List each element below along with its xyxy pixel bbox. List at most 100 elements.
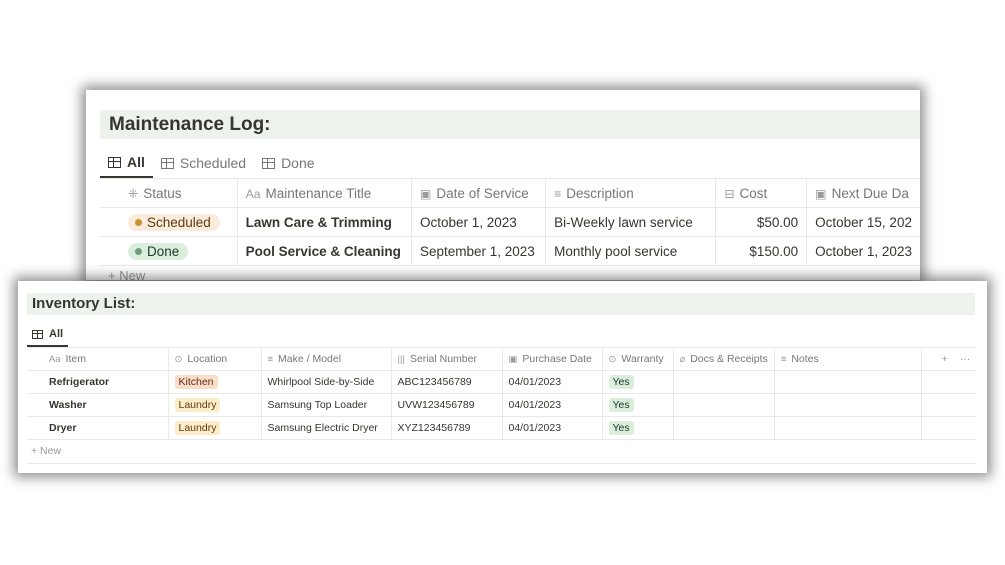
docs-cell[interactable]: [673, 370, 775, 394]
status-dot-icon: [135, 218, 142, 226]
purchase-date-cell[interactable]: 04/01/2023: [502, 370, 603, 394]
status-badge: Scheduled: [128, 213, 220, 231]
table-row[interactable]: Washer Laundry Samsung Top Loader UVW123…: [27, 393, 977, 417]
column-header-location[interactable]: ⊙ Location: [168, 347, 262, 371]
item-cell[interactable]: Washer: [27, 393, 169, 417]
tab-scheduled[interactable]: Scheduled: [153, 148, 254, 178]
column-header-description[interactable]: ≡ Description: [545, 178, 717, 208]
money-icon: ⊟: [724, 186, 735, 201]
docs-cell[interactable]: [673, 416, 775, 440]
tab-label: Done: [281, 155, 315, 171]
column-label: Description: [566, 185, 634, 201]
column-label: Purchase Date: [522, 353, 592, 365]
column-header-docs-receipts[interactable]: ⌀ Docs & Receipts: [673, 347, 775, 371]
empty-cell: [921, 416, 977, 440]
cost-cell[interactable]: $150.00: [715, 236, 808, 266]
column-header-status[interactable]: ⁜ Status: [100, 178, 238, 208]
next-due-cell[interactable]: October 15, 202: [806, 207, 920, 237]
empty-cell: [921, 370, 977, 394]
lines-icon: ≡: [554, 186, 562, 201]
new-row-button[interactable]: + New: [31, 445, 61, 457]
purchase-date-cell[interactable]: 04/01/2023: [502, 393, 603, 417]
table-icon: [160, 157, 174, 169]
lines-icon: ≡: [267, 354, 274, 365]
tab-label: All: [49, 328, 64, 340]
docs-cell[interactable]: [673, 393, 775, 417]
column-label: Make / Model: [278, 353, 342, 365]
warranty-cell[interactable]: Yes: [602, 416, 674, 440]
text-property-icon: Aa: [245, 186, 261, 201]
serial-cell[interactable]: UVW123456789: [391, 393, 503, 417]
calendar-icon: ▣: [419, 186, 432, 201]
column-header-next-due-date[interactable]: ▣ Next Due Da: [806, 178, 920, 208]
notes-cell[interactable]: [774, 416, 922, 440]
location-cell[interactable]: Kitchen: [168, 370, 262, 394]
next-due-cell[interactable]: October 1, 2023: [806, 236, 920, 266]
select-icon: ⊙: [608, 354, 617, 365]
date-cell[interactable]: September 1, 2023: [411, 236, 547, 266]
tab-all[interactable]: All: [27, 323, 69, 347]
tab-label: Scheduled: [179, 155, 247, 171]
tab-all[interactable]: All: [100, 148, 153, 178]
title-cell[interactable]: Lawn Care & Trimming: [237, 207, 412, 237]
table-row[interactable]: Dryer Laundry Samsung Electric Dryer XYZ…: [27, 416, 977, 440]
location-tag: Laundry: [174, 421, 221, 435]
column-label: Warranty: [621, 353, 664, 365]
table-row[interactable]: Scheduled Lawn Care & Trimming October 1…: [100, 207, 920, 237]
maintenance-log-title: Maintenance Log:: [100, 110, 920, 139]
model-cell[interactable]: Whirlpool Side-by-Side: [261, 370, 392, 394]
column-header-date-of-service[interactable]: ▣ Date of Service: [411, 178, 547, 208]
table-icon: [32, 329, 43, 339]
inventory-list-title: Inventory List:: [27, 293, 975, 315]
column-label: Docs & Receipts: [690, 353, 768, 365]
notes-cell[interactable]: [774, 370, 922, 394]
status-icon: ⁜: [128, 186, 139, 201]
table-row[interactable]: Done Pool Service & Cleaning September 1…: [100, 236, 920, 266]
status-badge: Done: [128, 242, 189, 260]
item-cell[interactable]: Refrigerator: [27, 370, 169, 394]
location-tag: Laundry: [174, 398, 221, 412]
divider: [27, 463, 975, 464]
column-header-maintenance-title[interactable]: Aa Maintenance Title: [237, 178, 412, 208]
paperclip-icon: ⌀: [679, 354, 686, 365]
table-row[interactable]: Refrigerator Kitchen Whirlpool Side-by-S…: [27, 370, 977, 394]
model-cell[interactable]: Samsung Top Loader: [261, 393, 392, 417]
add-column-icon[interactable]: +: [942, 353, 948, 365]
serial-cell[interactable]: XYZ123456789: [391, 416, 503, 440]
status-cell[interactable]: Scheduled: [100, 207, 238, 237]
column-header-cost[interactable]: ⊟ Cost: [715, 178, 808, 208]
location-cell[interactable]: Laundry: [168, 393, 262, 417]
column-header-serial-number[interactable]: ||| Serial Number: [391, 347, 503, 371]
empty-cell: [921, 393, 977, 417]
location-cell[interactable]: Laundry: [168, 416, 262, 440]
maintenance-log-panel: Maintenance Log: All Scheduled Done ⁜ Sta…: [86, 90, 920, 280]
warranty-tag: Yes: [608, 375, 634, 389]
date-cell[interactable]: October 1, 2023: [411, 207, 547, 237]
warranty-cell[interactable]: Yes: [602, 393, 674, 417]
more-options-icon[interactable]: ···: [960, 353, 971, 365]
serial-cell[interactable]: ABC123456789: [391, 370, 503, 394]
status-cell[interactable]: Done: [100, 236, 238, 266]
table-header-row: ⁜ Status Aa Maintenance Title ▣ Date of Ser…: [100, 178, 920, 208]
description-cell[interactable]: Bi-Weekly lawn service: [545, 207, 717, 237]
select-icon: ⊙: [174, 354, 183, 365]
column-header-warranty[interactable]: ⊙ Warranty: [602, 347, 674, 371]
tab-label: All: [127, 154, 145, 170]
cost-cell[interactable]: $50.00: [715, 207, 808, 237]
column-header-purchase-date[interactable]: ▣ Purchase Date: [502, 347, 603, 371]
calendar-icon: ▣: [815, 186, 827, 201]
column-header-item[interactable]: Aa Item: [27, 347, 169, 371]
tab-done[interactable]: Done: [254, 148, 322, 178]
column-header-notes[interactable]: ≡ Notes: [774, 347, 922, 371]
inventory-table: Aa Item ⊙ Location ≡ Make / Model ||| Serial…: [27, 347, 977, 440]
status-text: Scheduled: [147, 214, 211, 230]
description-cell[interactable]: Monthly pool service: [545, 236, 717, 266]
notes-cell[interactable]: [774, 393, 922, 417]
new-row-button[interactable]: + New: [108, 268, 145, 280]
title-cell[interactable]: Pool Service & Cleaning: [237, 236, 412, 266]
item-cell[interactable]: Dryer: [27, 416, 169, 440]
purchase-date-cell[interactable]: 04/01/2023: [502, 416, 603, 440]
model-cell[interactable]: Samsung Electric Dryer: [261, 416, 392, 440]
column-header-make-model[interactable]: ≡ Make / Model: [261, 347, 392, 371]
warranty-cell[interactable]: Yes: [602, 370, 674, 394]
